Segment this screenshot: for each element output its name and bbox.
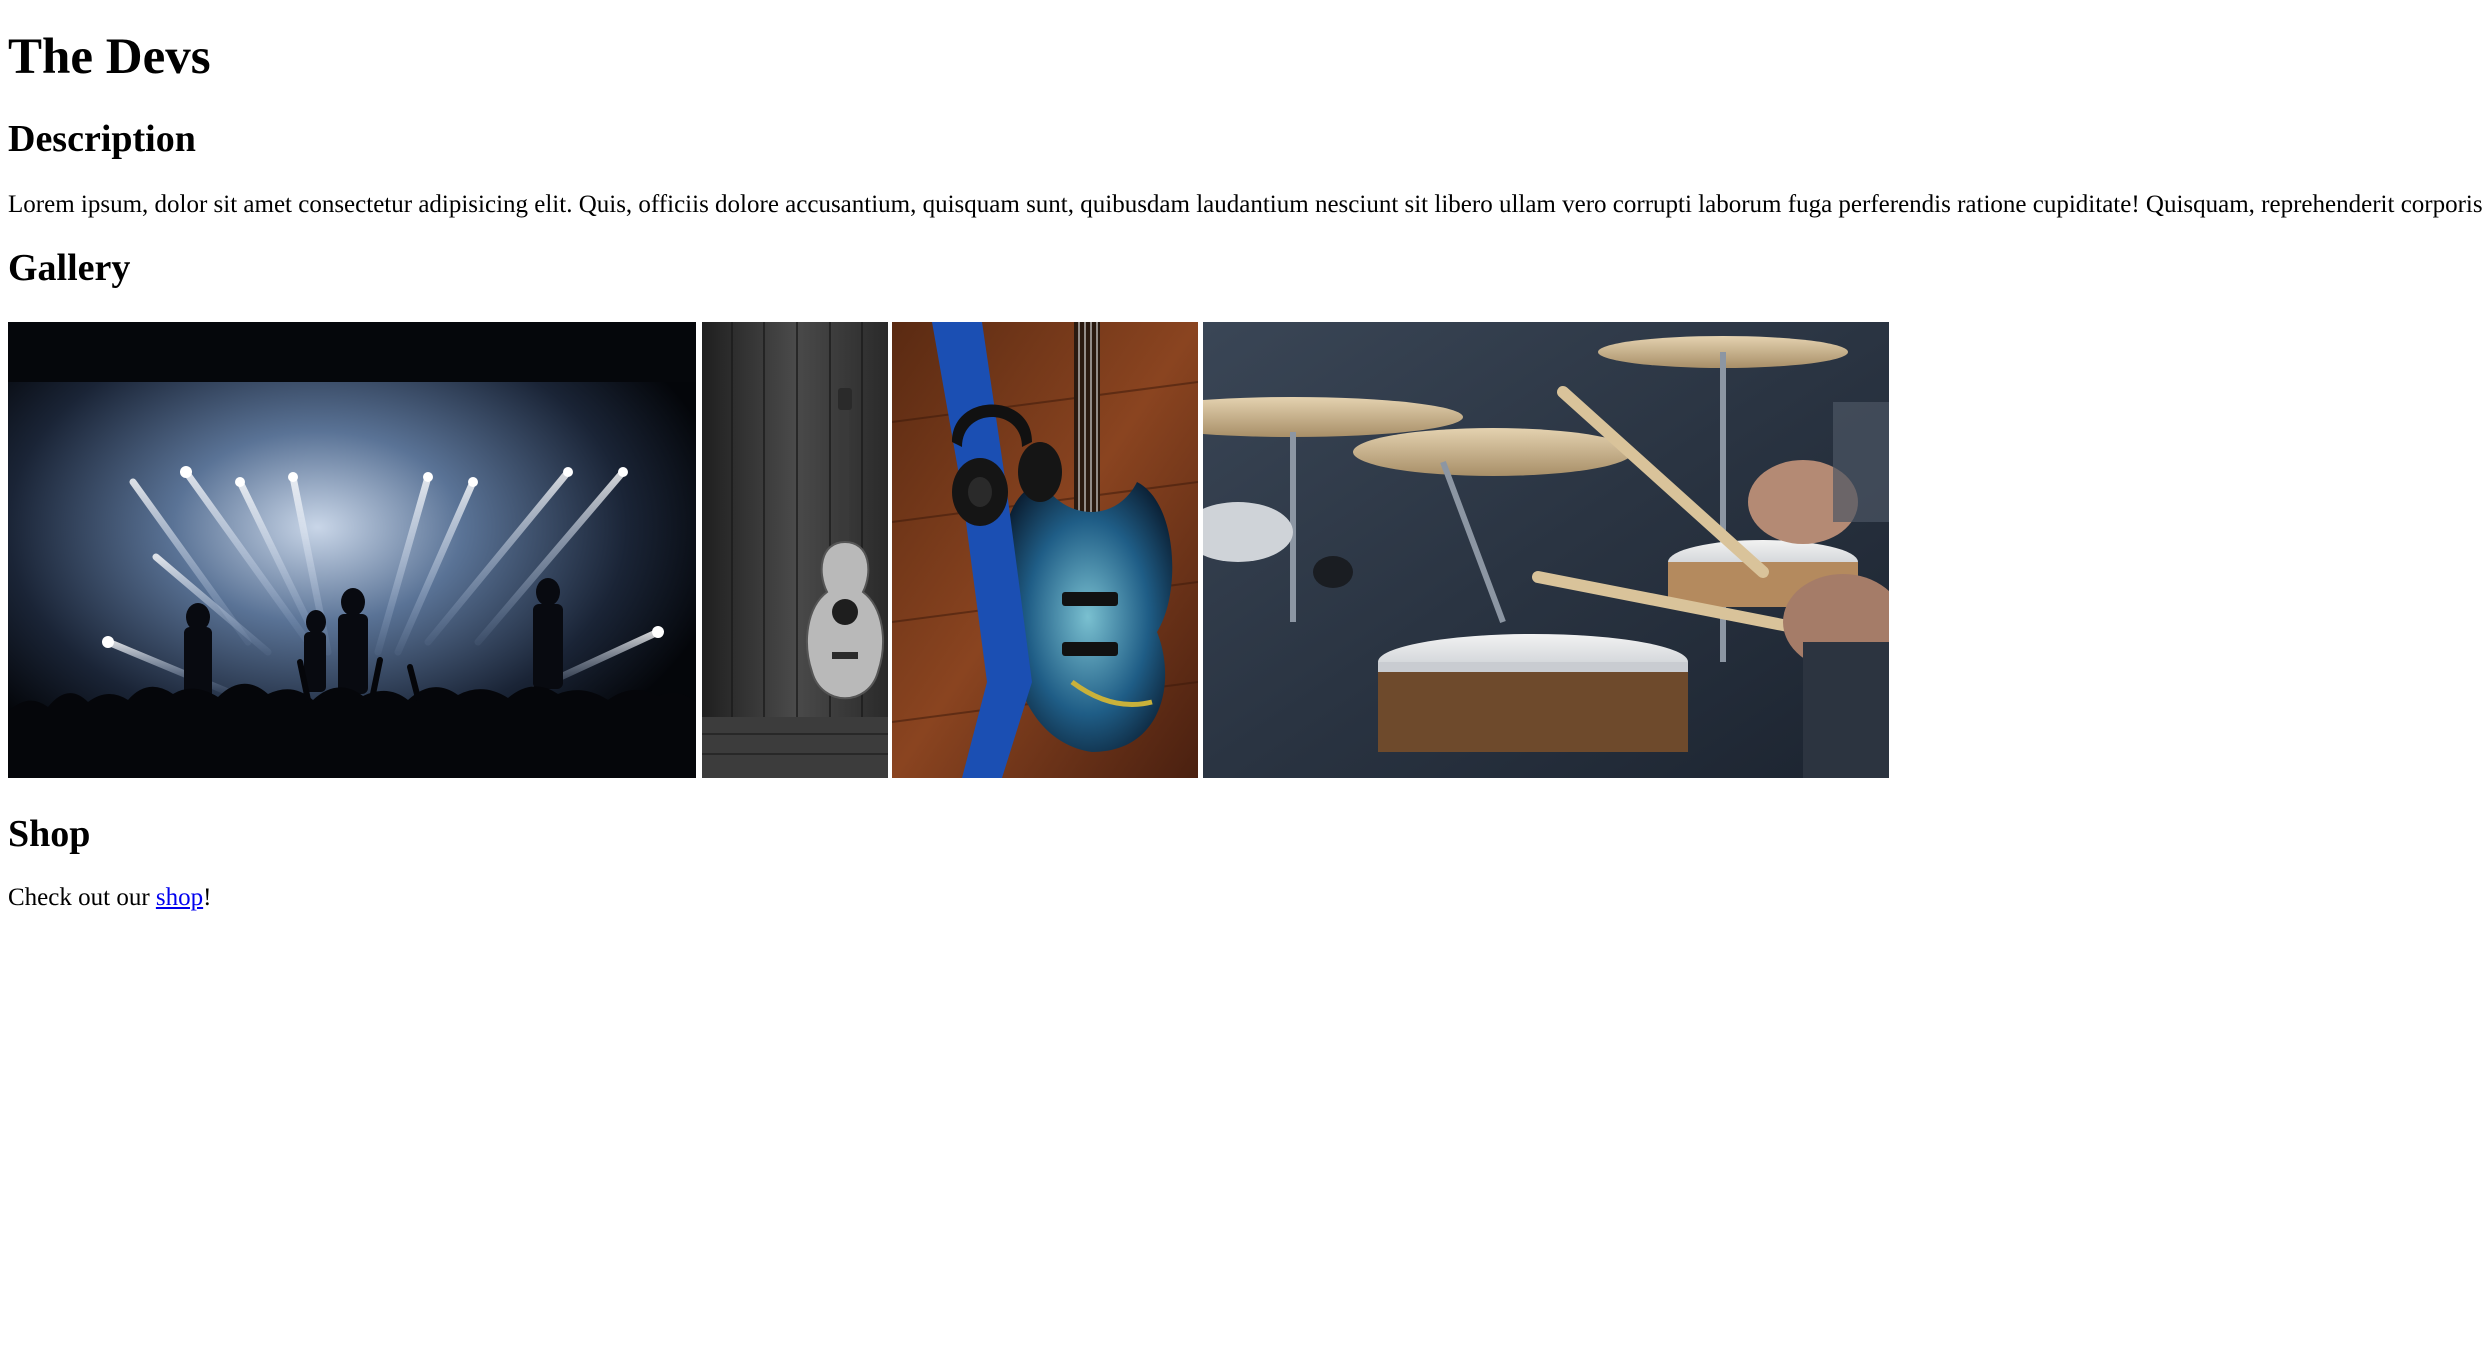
page-title: The Devs (8, 29, 211, 85)
shop-heading: Shop (8, 813, 91, 855)
description-text: Lorem ipsum, dolor sit amet consectetur … (8, 191, 2484, 218)
bass-guitar-photo (892, 322, 1198, 778)
shop-text: Check out our shop! (8, 883, 211, 913)
acoustic-guitar-photo (702, 322, 888, 778)
shop-text-before: Check out our (8, 884, 156, 911)
shop-text-after: ! (203, 884, 212, 911)
shop-link[interactable]: shop (156, 884, 203, 911)
description-heading: Description (8, 118, 196, 160)
drums-photo (1203, 322, 1889, 778)
gallery-heading: Gallery (8, 247, 131, 289)
concert-photo (8, 322, 696, 778)
